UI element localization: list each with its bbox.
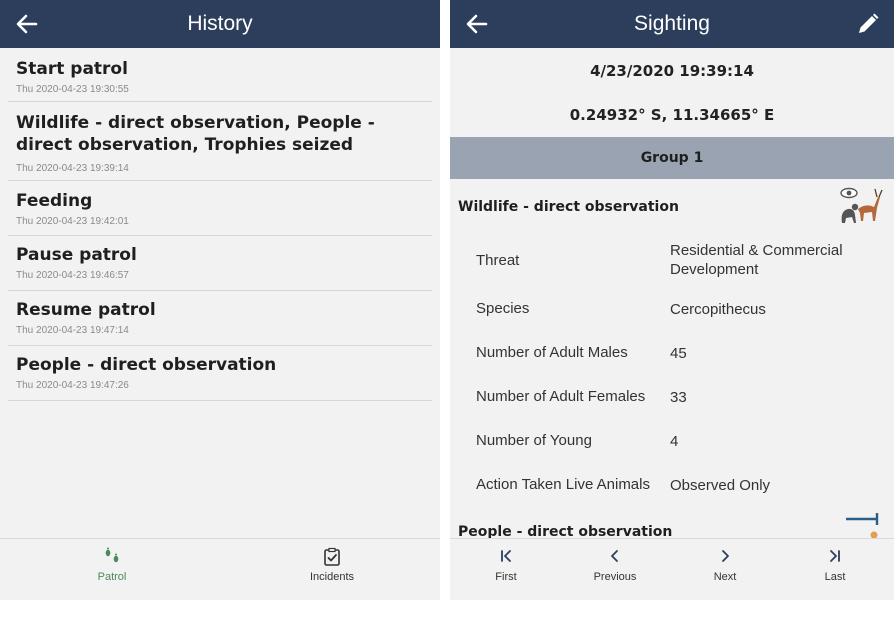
last-button[interactable]: Last — [775, 539, 894, 600]
first-label: First — [495, 571, 517, 583]
next-icon — [722, 550, 729, 562]
field-value-young: 4 — [670, 433, 679, 450]
history-item-pause-patrol[interactable]: Pause patrol Thu 2020-04-23 19:46:57 — [8, 236, 432, 291]
history-app-bar: History — [0, 0, 440, 48]
field-value-adult-females: 33 — [670, 389, 687, 406]
field-label-threat: Threat — [476, 252, 520, 269]
history-item-time: Thu 2020-04-23 19:46:57 — [16, 270, 129, 281]
first-button[interactable]: First — [450, 539, 566, 600]
history-item-name: Feeding — [16, 191, 93, 211]
sighting-app-bar: Sighting — [450, 0, 894, 48]
clipboard-check-icon — [324, 547, 340, 566]
page-title: Sighting — [634, 12, 710, 35]
field-label-adult-females: Number of Adult Females — [476, 388, 646, 405]
tab-patrol-label: Patrol — [97, 571, 127, 583]
next-button[interactable]: Next — [665, 539, 785, 600]
last-icon — [830, 550, 840, 562]
field-value-threat: Residential & Commercial Development — [670, 242, 843, 278]
field-value-adult-males: 45 — [670, 345, 687, 362]
next-label: Next — [713, 571, 737, 583]
history-item-time: Thu 2020-04-23 19:39:14 — [16, 163, 129, 174]
record-navigation: First Previous Next Last — [450, 538, 894, 600]
history-item-resume-patrol[interactable]: Resume patrol Thu 2020-04-23 19:47:14 — [8, 291, 432, 346]
history-item-time: Thu 2020-04-23 19:47:26 — [16, 380, 129, 391]
history-item-start-patrol[interactable]: Start patrol Thu 2020-04-23 19:30:55 — [8, 54, 432, 102]
people-observation-icon — [846, 513, 879, 538]
history-item-name: Start patrol — [16, 59, 128, 79]
history-item-wildlife-observation[interactable]: Wildlife - direct observation, People - … — [8, 102, 432, 181]
history-item-name: Pause patrol — [16, 245, 137, 265]
field-label-action-taken: Action Taken Live Animals — [476, 476, 650, 493]
field-label-species: Species — [476, 300, 530, 317]
history-item-time: Thu 2020-04-23 19:30:55 — [16, 84, 129, 95]
history-item-time: Thu 2020-04-23 19:42:01 — [16, 216, 129, 227]
sighting-datetime: 4/23/2020 19:39:14 — [590, 62, 754, 80]
category-title: Wildlife - direct observation — [458, 199, 679, 215]
footprints-icon — [105, 547, 119, 563]
field-label-young: Number of Young — [476, 432, 592, 449]
tab-incidents[interactable]: Incidents — [272, 539, 392, 600]
history-item-name: People - direct observation — [16, 355, 277, 375]
first-icon — [501, 550, 511, 562]
tab-incidents-label: Incidents — [309, 571, 355, 583]
previous-icon — [611, 550, 618, 562]
page-title: History — [187, 12, 253, 35]
history-item-people-observation[interactable]: People - direct observation Thu 2020-04-… — [8, 346, 432, 401]
last-label: Last — [824, 571, 846, 583]
field-value-species: Cercopithecus — [670, 301, 766, 318]
history-item-name: Wildlife - direct observation, People - … — [16, 113, 375, 155]
sighting-location: 0.24932° S, 11.34665° E — [569, 106, 775, 124]
pencil-edit-icon[interactable] — [856, 12, 880, 36]
previous-label: Previous — [593, 571, 637, 583]
field-label-adult-males: Number of Adult Males — [476, 344, 628, 361]
wildlife-observation-icon — [840, 187, 883, 223]
field-value-action-taken: Observed Only — [670, 477, 771, 494]
tab-patrol[interactable]: Patrol — [52, 539, 172, 600]
history-item-name: Resume patrol — [16, 300, 156, 320]
bottom-navigation: Patrol Incidents — [0, 538, 440, 600]
previous-button[interactable]: Previous — [555, 539, 675, 600]
history-item-feeding[interactable]: Feeding Thu 2020-04-23 19:42:01 — [8, 181, 432, 236]
history-item-time: Thu 2020-04-23 19:47:14 — [16, 325, 129, 336]
history-screen: History Start patrol Thu 2020-04-23 19:3… — [0, 0, 440, 600]
group-header: Group 1 — [450, 137, 894, 179]
sighting-screen: Sighting 4/23/2020 19:39:14 0.24932° S, … — [450, 0, 894, 600]
